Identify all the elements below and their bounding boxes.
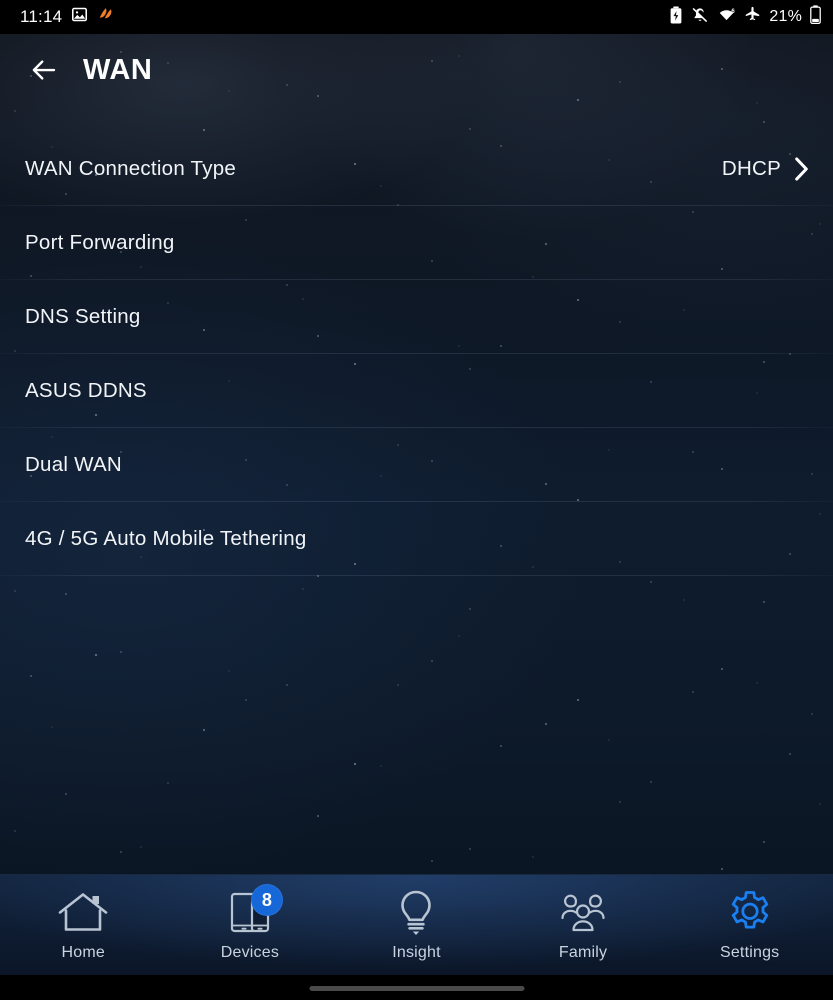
list-item-label: Dual WAN bbox=[25, 453, 122, 476]
wifi-6-icon: 6 bbox=[717, 6, 736, 29]
back-arrow-icon bbox=[32, 60, 56, 80]
gear-icon bbox=[731, 891, 768, 929]
list-item-dns-setting[interactable]: DNS Setting bbox=[0, 280, 833, 354]
nav-tab-home[interactable]: Home bbox=[0, 875, 167, 975]
battery-icon bbox=[810, 5, 821, 29]
back-button[interactable] bbox=[17, 43, 71, 97]
system-gesture-bar bbox=[0, 975, 833, 1000]
devices-badge: 8 bbox=[250, 884, 283, 916]
nav-icon-wrap: 8 bbox=[221, 884, 283, 940]
list-item-label: 4G / 5G Auto Mobile Tethering bbox=[25, 527, 307, 550]
home-icon bbox=[58, 893, 108, 931]
lightbulb-icon bbox=[401, 890, 432, 935]
nav-tab-label: Home bbox=[61, 944, 106, 961]
list-item-4g-5g-auto-mobile-tethering[interactable]: 4G / 5G Auto Mobile Tethering bbox=[0, 502, 833, 576]
list-item-label: Port Forwarding bbox=[25, 231, 175, 254]
status-bar-left: 11:14 bbox=[20, 6, 114, 28]
ringer-muted-icon bbox=[691, 6, 709, 29]
battery-saver-icon bbox=[669, 5, 683, 29]
list-item-dual-wan[interactable]: Dual WAN bbox=[0, 428, 833, 502]
page-title: WAN bbox=[83, 53, 153, 86]
gesture-home-pill[interactable] bbox=[309, 986, 524, 991]
nav-icon-wrap bbox=[54, 886, 112, 940]
nav-tab-devices[interactable]: 8 Devices bbox=[167, 875, 334, 975]
nav-tab-label: Settings bbox=[719, 944, 780, 961]
nav-tab-insight[interactable]: Insight bbox=[333, 875, 500, 975]
nav-tab-label: Family bbox=[558, 944, 608, 961]
list-item-value: DHCP bbox=[721, 157, 781, 180]
status-bar: 11:14 6 21% bbox=[0, 0, 833, 34]
list-item-wan-connection-type[interactable]: WAN Connection Type DHCP bbox=[0, 132, 833, 206]
app-bar: WAN bbox=[0, 34, 833, 106]
list-item-asus-ddns[interactable]: ASUS DDNS bbox=[0, 354, 833, 428]
list-item-label: DNS Setting bbox=[25, 305, 141, 328]
status-bar-right: 6 21% bbox=[669, 5, 821, 29]
bottom-navigation-bar: Home 8 Devices Insight Family Settings bbox=[0, 874, 833, 975]
battery-percent-label: 21% bbox=[769, 8, 802, 25]
airplane-mode-icon bbox=[744, 6, 761, 28]
list-item-right: DHCP bbox=[722, 157, 809, 181]
photo-icon bbox=[71, 6, 88, 28]
app-background: WAN WAN Connection Type DHCP Port Forwar… bbox=[0, 34, 833, 874]
nav-tab-family[interactable]: Family bbox=[500, 875, 667, 975]
status-bar-clock: 11:14 bbox=[20, 7, 63, 26]
nav-icon-wrap bbox=[721, 886, 779, 940]
list-item-label: WAN Connection Type bbox=[25, 157, 236, 180]
nav-icon-wrap bbox=[387, 886, 445, 940]
settings-list: WAN Connection Type DHCP Port Forwarding… bbox=[0, 132, 833, 576]
svg-text:6: 6 bbox=[732, 8, 736, 14]
nav-tab-label: Insight bbox=[392, 944, 441, 961]
list-item-port-forwarding[interactable]: Port Forwarding bbox=[0, 206, 833, 280]
family-icon bbox=[561, 894, 605, 932]
list-divider bbox=[0, 575, 833, 576]
app-notification-icon bbox=[97, 6, 114, 28]
chevron-right-icon bbox=[795, 157, 808, 181]
nav-icon-wrap bbox=[554, 886, 612, 940]
nav-tab-settings[interactable]: Settings bbox=[666, 875, 833, 975]
list-item-label: ASUS DDNS bbox=[25, 379, 147, 402]
nav-tab-label: Devices bbox=[220, 944, 280, 961]
